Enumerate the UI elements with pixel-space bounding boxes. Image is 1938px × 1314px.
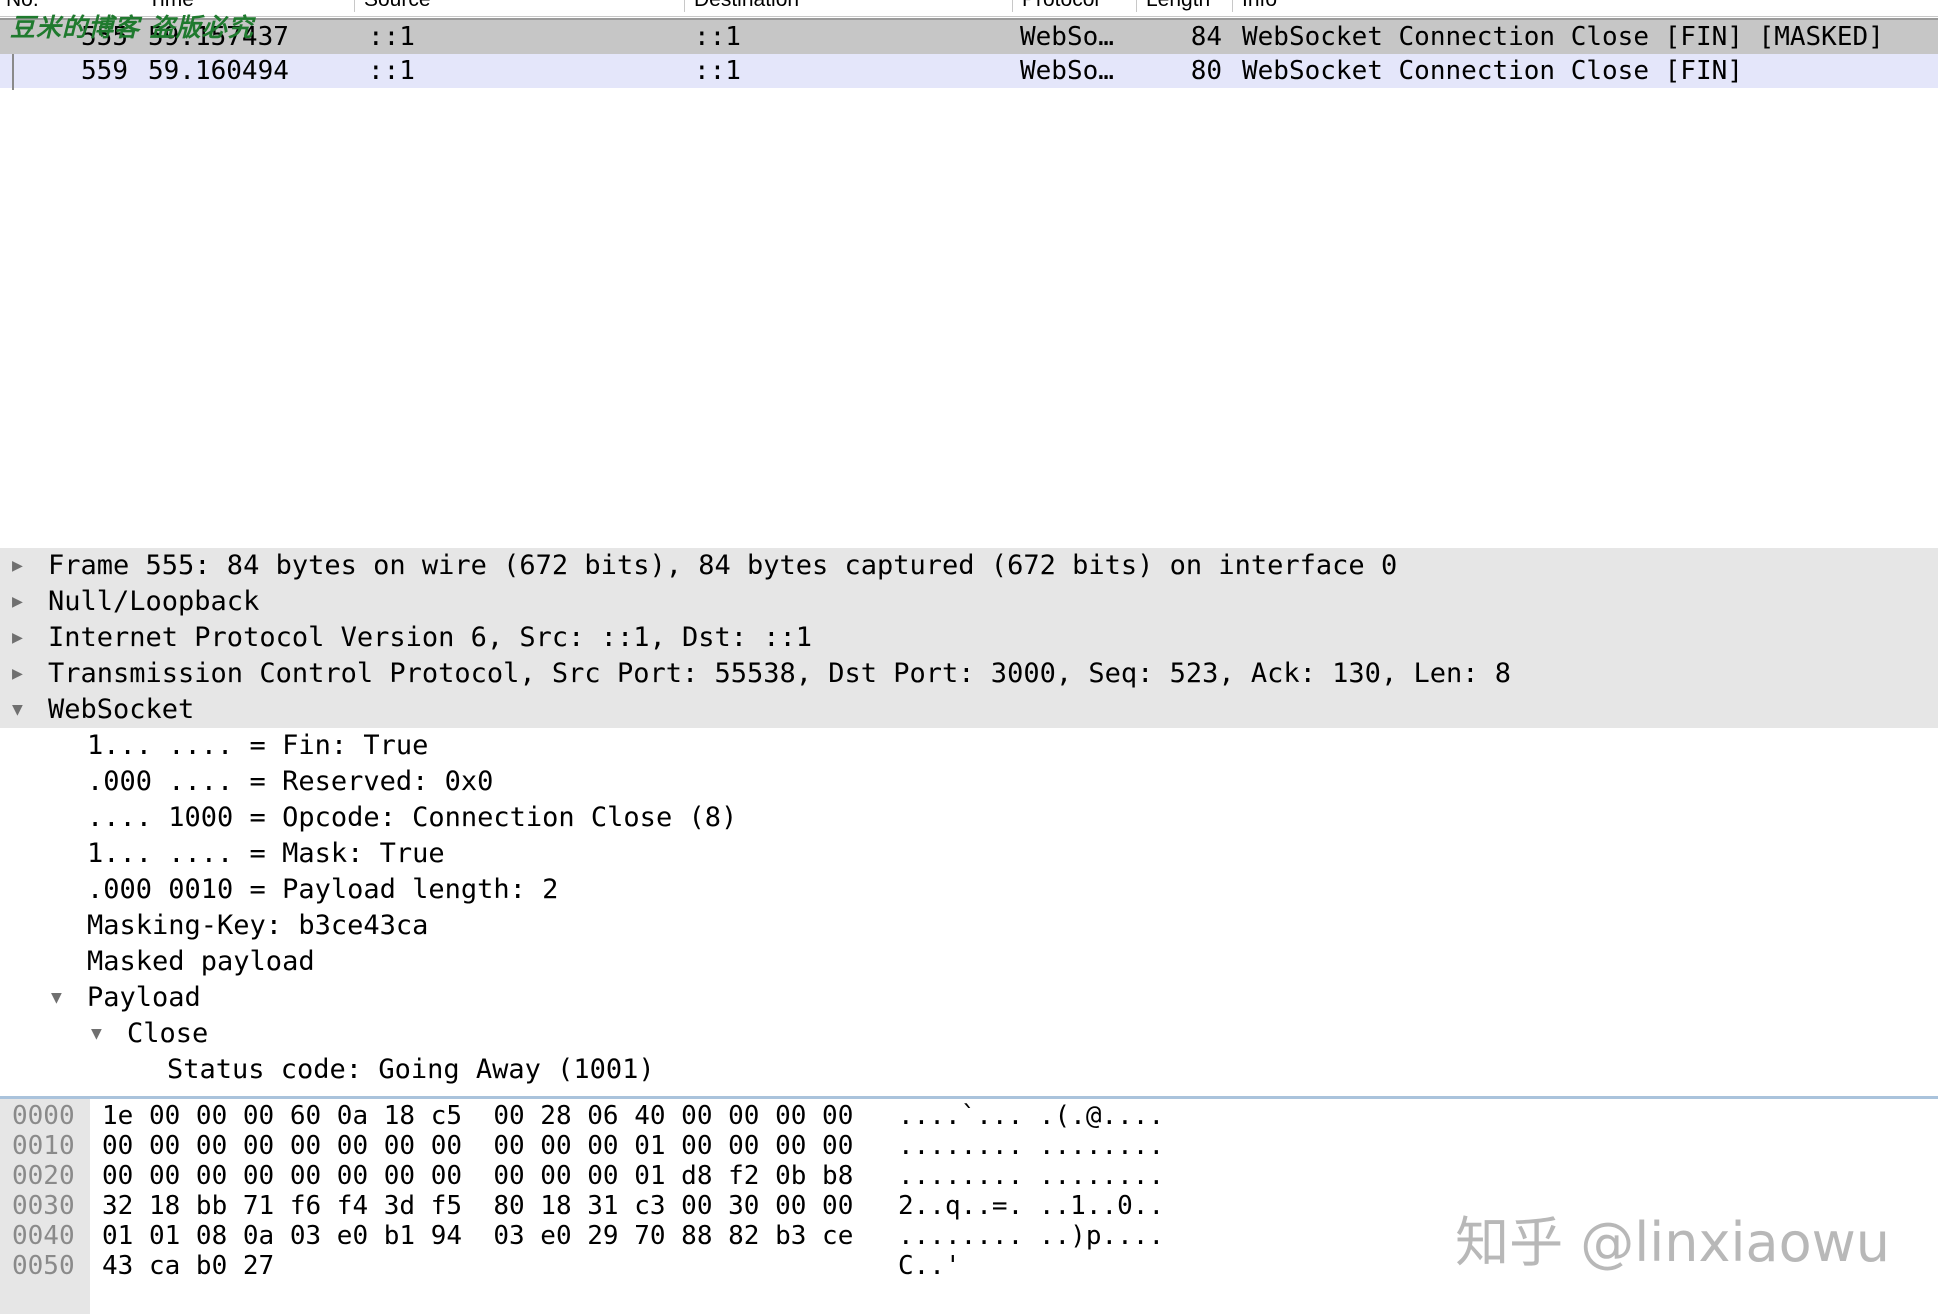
- column-header-destination[interactable]: Destination: [694, 0, 799, 12]
- packet-time: 59.160494: [148, 56, 289, 86]
- tree-field-masked-payload[interactable]: Masked payload: [0, 944, 1938, 980]
- packet-protocol: WebSo…: [1020, 22, 1114, 52]
- tree-item-label: Masking-Key: b3ce43ca: [87, 910, 429, 941]
- ascii-bytes[interactable]: C..': [898, 1251, 961, 1281]
- tree-item-label: 1... .... = Fin: True: [87, 730, 429, 761]
- column-separator[interactable]: [1136, 0, 1137, 12]
- hex-bytes[interactable]: 00 00 00 00 00 00 00 00 00 00 00 01 00 0…: [102, 1131, 853, 1161]
- ascii-bytes[interactable]: 2..q..=. ..1..0..: [898, 1191, 1164, 1221]
- tree-item-frame[interactable]: ▶ Frame 555: 84 bytes on wire (672 bits)…: [0, 548, 1938, 584]
- packet-info: WebSocket Connection Close [FIN]: [1242, 56, 1743, 86]
- watermark-text: 知乎 @linxiaowu: [1455, 1211, 1890, 1274]
- tree-item-websocket[interactable]: ▼ WebSocket: [0, 692, 1938, 728]
- tree-field-opcode[interactable]: .... 1000 = Opcode: Connection Close (8): [0, 800, 1938, 836]
- column-separator[interactable]: [1232, 0, 1233, 12]
- tree-item-label: Payload: [87, 982, 201, 1013]
- tree-item-label: .000 .... = Reserved: 0x0: [87, 766, 494, 797]
- tree-field-masking-key[interactable]: Masking-Key: b3ce43ca: [0, 908, 1938, 944]
- ascii-bytes[interactable]: ....`... .(.@....: [898, 1101, 1164, 1131]
- related-packet-marker: [12, 54, 14, 90]
- watermark-text: 豆米的博客 盗版必究: [10, 13, 254, 42]
- tree-item-label: Transmission Control Protocol, Src Port:…: [48, 658, 1511, 689]
- tree-item-label: Status code: Going Away (1001): [167, 1054, 655, 1085]
- packet-no: 559: [81, 56, 128, 86]
- tree-item-label: Close: [127, 1018, 209, 1049]
- packet-row[interactable]: 559 59.160494 ::1 ::1 WebSo… 80 WebSocke…: [0, 54, 1938, 88]
- column-separator[interactable]: [354, 0, 355, 12]
- packet-destination: ::1: [694, 56, 741, 86]
- tree-item-label: Frame 555: 84 bytes on wire (672 bits), …: [48, 550, 1398, 581]
- tree-field-payload-length[interactable]: .000 0010 = Payload length: 2: [0, 872, 1938, 908]
- packet-list-header: No. Time Source Destination Protocol Len…: [0, 0, 1938, 17]
- tree-field-fin[interactable]: 1... .... = Fin: True: [0, 728, 1938, 764]
- tree-item-tcp[interactable]: ▶ Transmission Control Protocol, Src Por…: [0, 656, 1938, 692]
- tree-item-label: .... 1000 = Opcode: Connection Close (8): [87, 802, 738, 833]
- tree-field-status-code[interactable]: Status code: Going Away (1001): [0, 1052, 1938, 1088]
- hex-offset: 0050: [12, 1251, 75, 1281]
- hex-offset: 0000: [12, 1101, 75, 1131]
- hex-bytes[interactable]: 32 18 bb 71 f6 f4 3d f5 80 18 31 c3 00 3…: [102, 1191, 853, 1221]
- ascii-bytes[interactable]: ........ ........: [898, 1131, 1164, 1161]
- tree-item-label: WebSocket: [48, 694, 195, 725]
- expand-triangle-icon[interactable]: ▶: [12, 620, 23, 656]
- packet-row-selected[interactable]: 555 59.157437 ::1 ::1 WebSo… 84 WebSocke…: [0, 18, 1938, 56]
- expand-triangle-icon[interactable]: ▶: [12, 548, 23, 584]
- hex-bytes[interactable]: 1e 00 00 00 60 0a 18 c5 00 28 06 40 00 0…: [102, 1101, 853, 1131]
- column-header-protocol[interactable]: Protocol: [1022, 0, 1099, 12]
- tree-item-label: Masked payload: [87, 946, 315, 977]
- tree-item-null-loopback[interactable]: ▶ Null/Loopback: [0, 584, 1938, 620]
- tree-field-reserved[interactable]: .000 .... = Reserved: 0x0: [0, 764, 1938, 800]
- packet-source: ::1: [368, 56, 415, 86]
- hex-offset: 0030: [12, 1191, 75, 1221]
- expand-triangle-icon[interactable]: ▶: [12, 584, 23, 620]
- tree-item-label: Internet Protocol Version 6, Src: ::1, D…: [48, 622, 813, 653]
- packet-source: ::1: [368, 22, 415, 52]
- column-header-source[interactable]: Source: [364, 0, 431, 12]
- packet-list[interactable]: No. Time Source Destination Protocol Len…: [0, 0, 1938, 540]
- hex-bytes[interactable]: 43 ca b0 27: [102, 1251, 274, 1281]
- column-header-length[interactable]: Length: [1146, 0, 1210, 12]
- column-header-info[interactable]: Info: [1242, 0, 1277, 12]
- packet-details-pane[interactable]: ▶ Frame 555: 84 bytes on wire (672 bits)…: [0, 544, 1938, 1096]
- column-separator[interactable]: [1012, 0, 1013, 12]
- collapse-triangle-icon[interactable]: ▼: [51, 980, 62, 1016]
- packet-destination: ::1: [694, 22, 741, 52]
- tree-item-label: .000 0010 = Payload length: 2: [87, 874, 559, 905]
- ascii-bytes[interactable]: ........ ........: [898, 1161, 1164, 1191]
- hex-offset: 0020: [12, 1161, 75, 1191]
- packet-length: 80: [1190, 56, 1222, 86]
- ascii-bytes[interactable]: ........ ..)p....: [898, 1221, 1164, 1251]
- packet-length: 84: [1190, 22, 1222, 52]
- tree-item-close[interactable]: ▼ Close: [0, 1016, 1938, 1052]
- packet-protocol: WebSo…: [1020, 56, 1114, 86]
- column-separator[interactable]: [684, 0, 685, 12]
- tree-field-mask[interactable]: 1... .... = Mask: True: [0, 836, 1938, 872]
- hex-bytes[interactable]: 01 01 08 0a 03 e0 b1 94 03 e0 29 70 88 8…: [102, 1221, 853, 1251]
- collapse-triangle-icon[interactable]: ▼: [91, 1016, 102, 1052]
- expand-triangle-icon[interactable]: ▶: [12, 656, 23, 692]
- tree-item-label: Null/Loopback: [48, 586, 260, 617]
- collapse-triangle-icon[interactable]: ▼: [12, 692, 23, 728]
- hex-offset: 0010: [12, 1131, 75, 1161]
- tree-item-ipv6[interactable]: ▶ Internet Protocol Version 6, Src: ::1,…: [0, 620, 1938, 656]
- tree-item-payload[interactable]: ▼ Payload: [0, 980, 1938, 1016]
- hex-offset: 0040: [12, 1221, 75, 1251]
- tree-item-label: 1... .... = Mask: True: [87, 838, 445, 869]
- packet-info: WebSocket Connection Close [FIN] [MASKED…: [1242, 22, 1884, 52]
- hex-bytes[interactable]: 00 00 00 00 00 00 00 00 00 00 00 01 d8 f…: [102, 1161, 853, 1191]
